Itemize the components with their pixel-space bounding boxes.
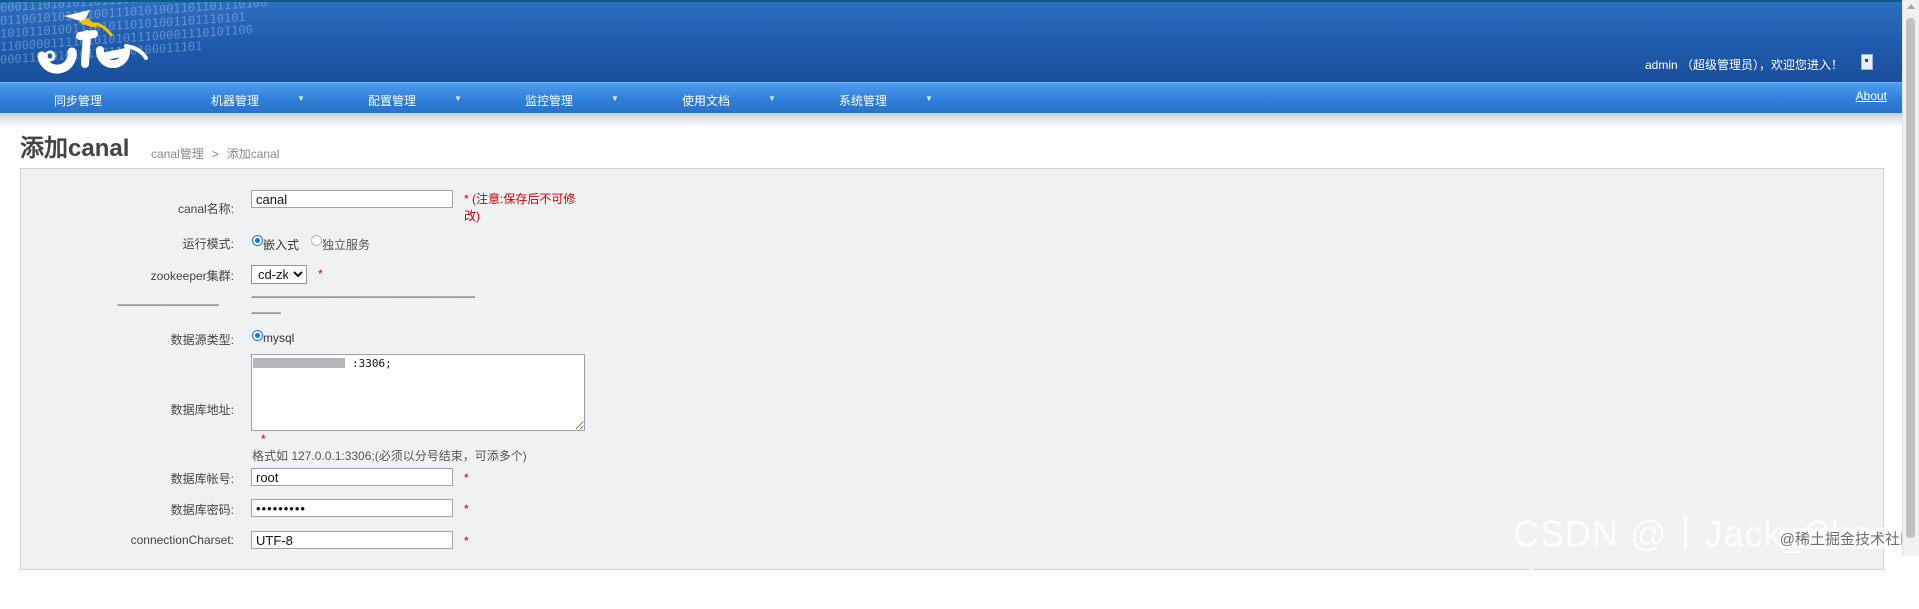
- chevron-down-icon: ▼: [925, 94, 933, 103]
- chevron-down-icon: ▼: [611, 94, 619, 103]
- charset-required: *: [464, 534, 469, 548]
- breadcrumb-item-canal-manage[interactable]: canal管理: [151, 147, 204, 161]
- canal-name-input[interactable]: [251, 190, 453, 208]
- db-password-label: 数据库密码:: [170, 503, 234, 517]
- nav-item-docs[interactable]: 使用文档: [682, 92, 730, 109]
- breadcrumb-separator: >: [211, 147, 219, 161]
- main-navbar: 同步管理 机器管理 ▼ 配置管理 ▼ 监控管理 ▼ 使用文档 ▼ 系统管理 ▼ …: [0, 82, 1903, 113]
- nav-item-monitor-manage[interactable]: 监控管理: [525, 92, 573, 109]
- charset-label: connectionCharset:: [130, 533, 234, 547]
- run-mode-standalone-label: 独立服务: [322, 238, 371, 252]
- zookeeper-select[interactable]: cd-zk: [251, 265, 307, 284]
- db-account-label: 数据库帐号:: [170, 472, 234, 486]
- page-scrollbar[interactable]: [1902, 0, 1919, 556]
- db-address-hint: 格式如 127.0.0.1:3306;(必须以分号结束，可添多个): [252, 449, 527, 463]
- nav-item-config-manage[interactable]: 配置管理: [368, 92, 416, 109]
- db-password-required: *: [464, 502, 469, 516]
- scrollbar-thumb[interactable]: [1906, 18, 1915, 538]
- run-mode-label: 运行模式:: [182, 237, 234, 251]
- separator-right-wrap: -----------: [251, 307, 281, 319]
- charset-input[interactable]: [251, 531, 453, 549]
- zookeeper-required: *: [318, 267, 323, 281]
- canal-name-note: * (注意:保存后不可修 改): [464, 192, 576, 223]
- app-header: 000111010101101110101000111011101101110 …: [0, 2, 1903, 82]
- nav-shadow: [0, 113, 1903, 127]
- nav-item-system-manage[interactable]: 系统管理: [839, 92, 887, 109]
- page-title: 添加canal: [20, 135, 130, 162]
- datasource-mysql-radio[interactable]: [252, 330, 263, 341]
- separator-left: --------------------------------------: [117, 299, 219, 311]
- db-address-required: *: [261, 432, 266, 446]
- about-link[interactable]: About: [1856, 89, 1887, 103]
- chevron-down-icon: ▼: [768, 94, 776, 103]
- otter-logo-icon: [37, 10, 148, 74]
- welcome-text: admin （超级管理员），欢迎您进入！: [1644, 58, 1843, 72]
- logout-icon[interactable]: [1861, 54, 1873, 70]
- breadcrumb-item-add-canal: 添加canal: [226, 147, 280, 161]
- datasource-mysql-label: mysql: [263, 331, 295, 345]
- db-address-label: 数据库地址:: [170, 403, 234, 417]
- run-mode-standalone-radio[interactable]: [311, 235, 322, 246]
- run-mode-embedded-radio[interactable]: [252, 235, 263, 246]
- nav-item-sync-manage[interactable]: 同步管理: [54, 92, 102, 109]
- db-account-input[interactable]: [251, 468, 453, 486]
- redacted-host: [253, 358, 345, 368]
- zookeeper-label: zookeeper集群:: [150, 269, 234, 283]
- juejin-watermark: @稀土掘金技术社区: [1779, 528, 1915, 549]
- nav-item-machine-manage[interactable]: 机器管理: [211, 92, 259, 109]
- db-account-required: *: [464, 471, 469, 485]
- chevron-down-icon: ▼: [454, 94, 462, 103]
- scroll-up-icon[interactable]: [1907, 4, 1915, 9]
- datasource-type-label: 数据源类型:: [170, 333, 234, 347]
- breadcrumb: canal管理 > 添加canal: [151, 145, 279, 162]
- canal-name-label: canal名称:: [177, 202, 234, 216]
- chevron-down-icon: ▼: [297, 94, 305, 103]
- db-password-input[interactable]: [251, 499, 453, 517]
- run-mode-embedded-label: 嵌入式: [263, 238, 300, 252]
- csdn-watermark: CSDN @丨Jack_Chen丨: [1513, 513, 1894, 606]
- separator-right: ----------------------------------------…: [251, 291, 476, 303]
